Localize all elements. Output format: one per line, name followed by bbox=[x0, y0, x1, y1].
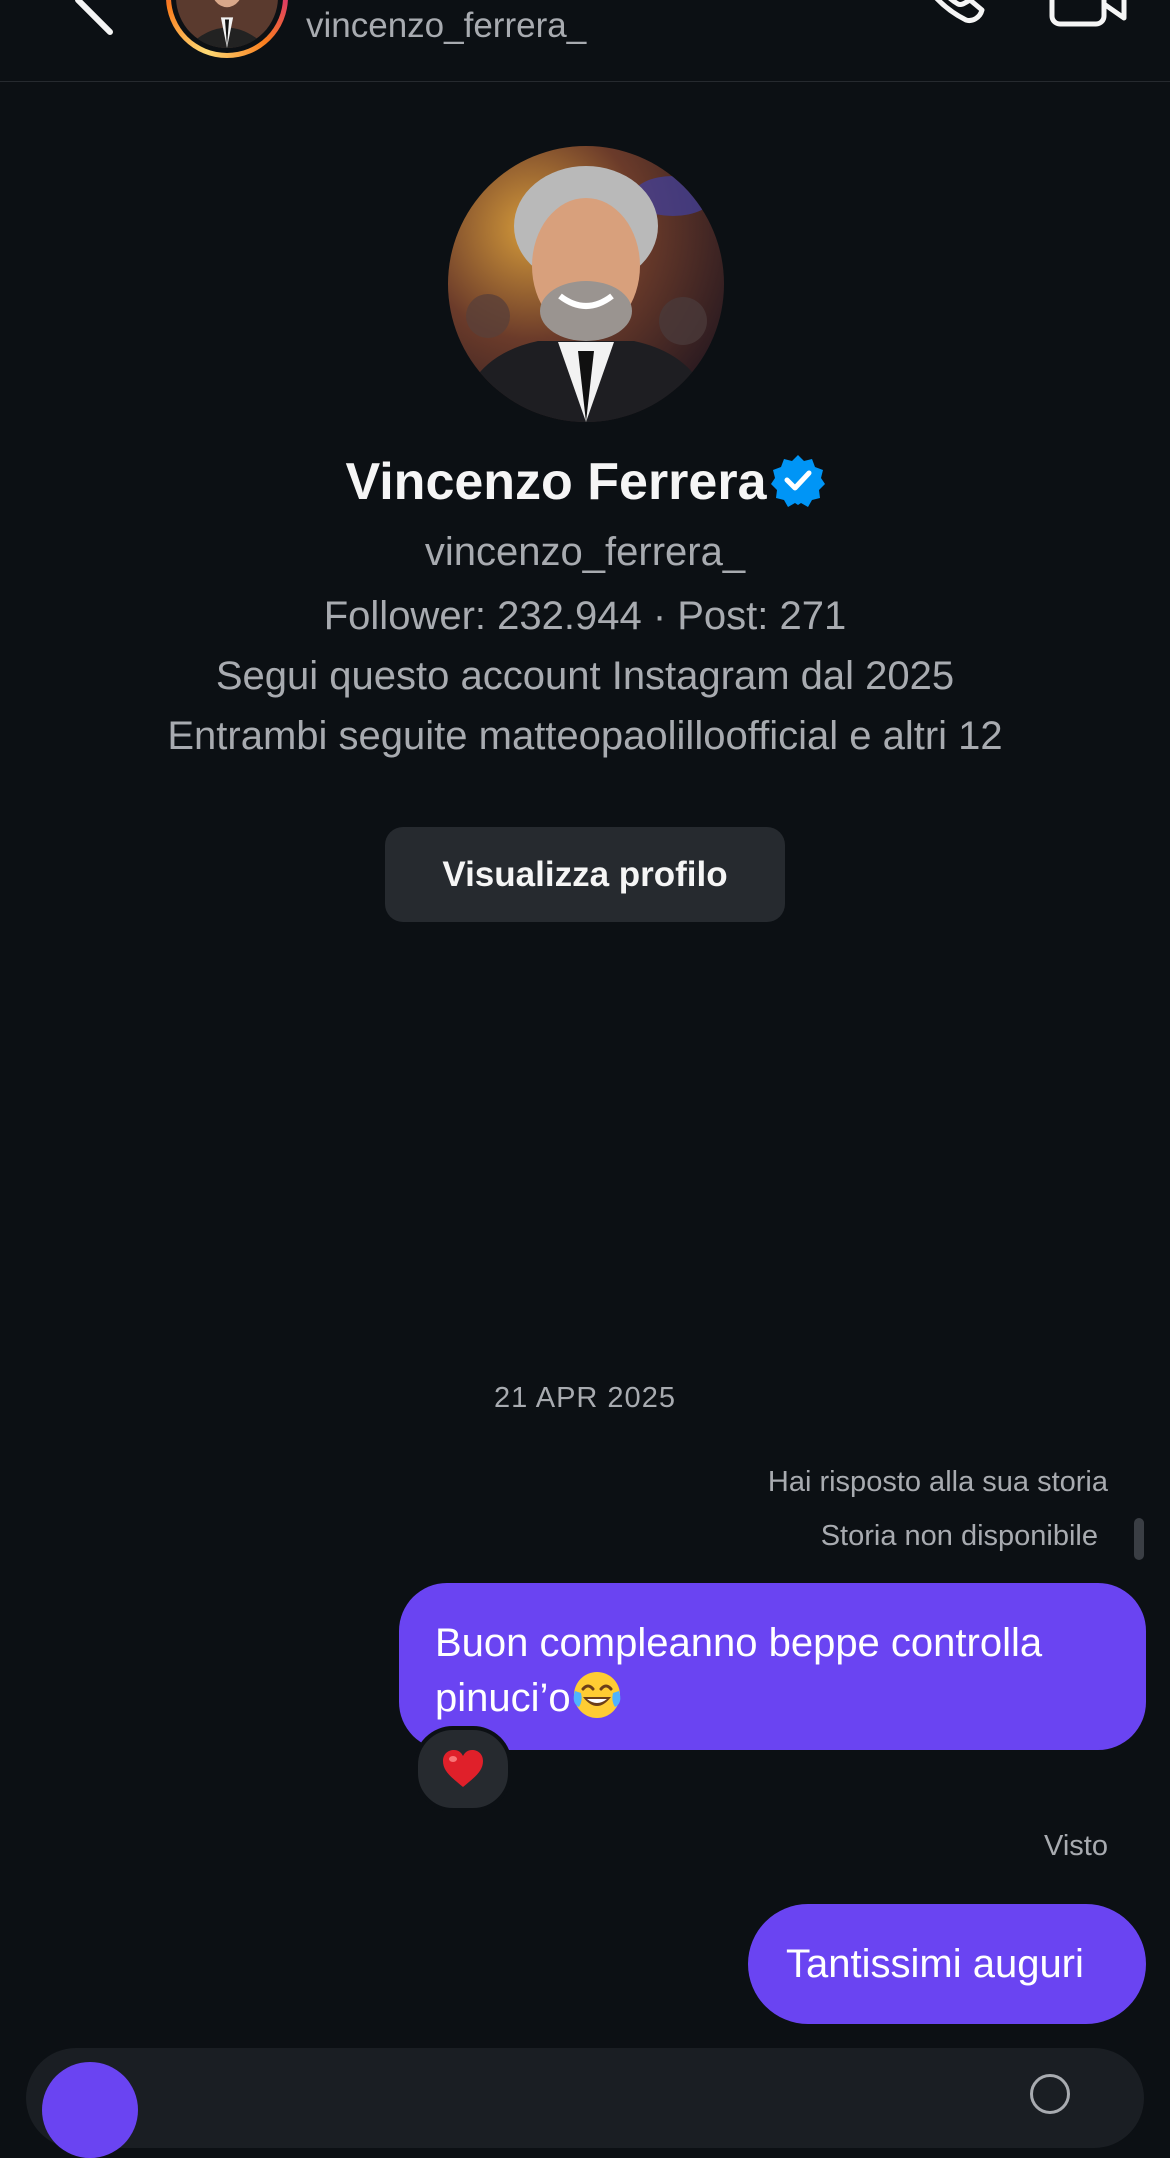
profile-display-name: Vincenzo Ferrera bbox=[345, 453, 767, 511]
video-camera-icon bbox=[1049, 0, 1127, 27]
header-avatar[interactable] bbox=[166, 0, 288, 58]
profile-photo bbox=[176, 0, 278, 48]
mutual-followers-text: Entrambi seguite matteopaolilloofficial … bbox=[167, 714, 1003, 758]
message-reaction[interactable] bbox=[414, 1726, 512, 1812]
video-call-button[interactable] bbox=[1048, 0, 1128, 32]
verified-badge-icon bbox=[770, 455, 825, 507]
story-reply-note: Hai risposto alla sua storia bbox=[767, 1466, 1108, 1498]
header-username[interactable]: vincenzo_ferrera_ bbox=[306, 6, 586, 46]
following-since-text: Segui questo account Instagram dal 2025 bbox=[215, 654, 955, 698]
profile-name-row: Vincenzo Ferrera bbox=[0, 452, 1170, 512]
face-with-tears-of-joy-icon bbox=[573, 1672, 620, 1718]
profile-username: vincenzo_ferrera_ bbox=[424, 530, 746, 574]
message-bubble[interactable]: Buon compleanno beppe controlla pinuci’o bbox=[399, 1583, 1146, 1750]
story-unavailable-text: Storia non disponibile bbox=[820, 1520, 1098, 1552]
phone-icon bbox=[934, 0, 985, 23]
story-reply-indicator bbox=[1134, 1518, 1144, 1560]
camera-button[interactable] bbox=[42, 2062, 138, 2158]
audio-call-button[interactable] bbox=[908, 0, 988, 32]
chat-header: vincenzo_ferrera_ bbox=[0, 0, 1170, 82]
message-text: Buon compleanno beppe controlla pinuci’o bbox=[435, 1621, 1043, 1720]
chevron-left-icon bbox=[75, 0, 113, 35]
view-profile-button[interactable]: Visualizza profilo bbox=[385, 827, 785, 922]
red-heart-icon bbox=[443, 1750, 483, 1787]
profile-avatar[interactable] bbox=[448, 146, 724, 422]
message-composer[interactable] bbox=[26, 2048, 1144, 2148]
seen-receipt: Visto bbox=[1044, 1830, 1108, 1862]
microphone-icon[interactable] bbox=[1030, 2074, 1070, 2114]
profile-stats: Follower: 232.944 · Post: 271 bbox=[323, 594, 847, 638]
message-bubble[interactable]: Tantissimi auguri bbox=[748, 1904, 1146, 2024]
date-separator: 21 APR 2025 bbox=[494, 1382, 676, 1414]
back-button[interactable] bbox=[60, 0, 140, 40]
profile-photo bbox=[448, 146, 724, 422]
